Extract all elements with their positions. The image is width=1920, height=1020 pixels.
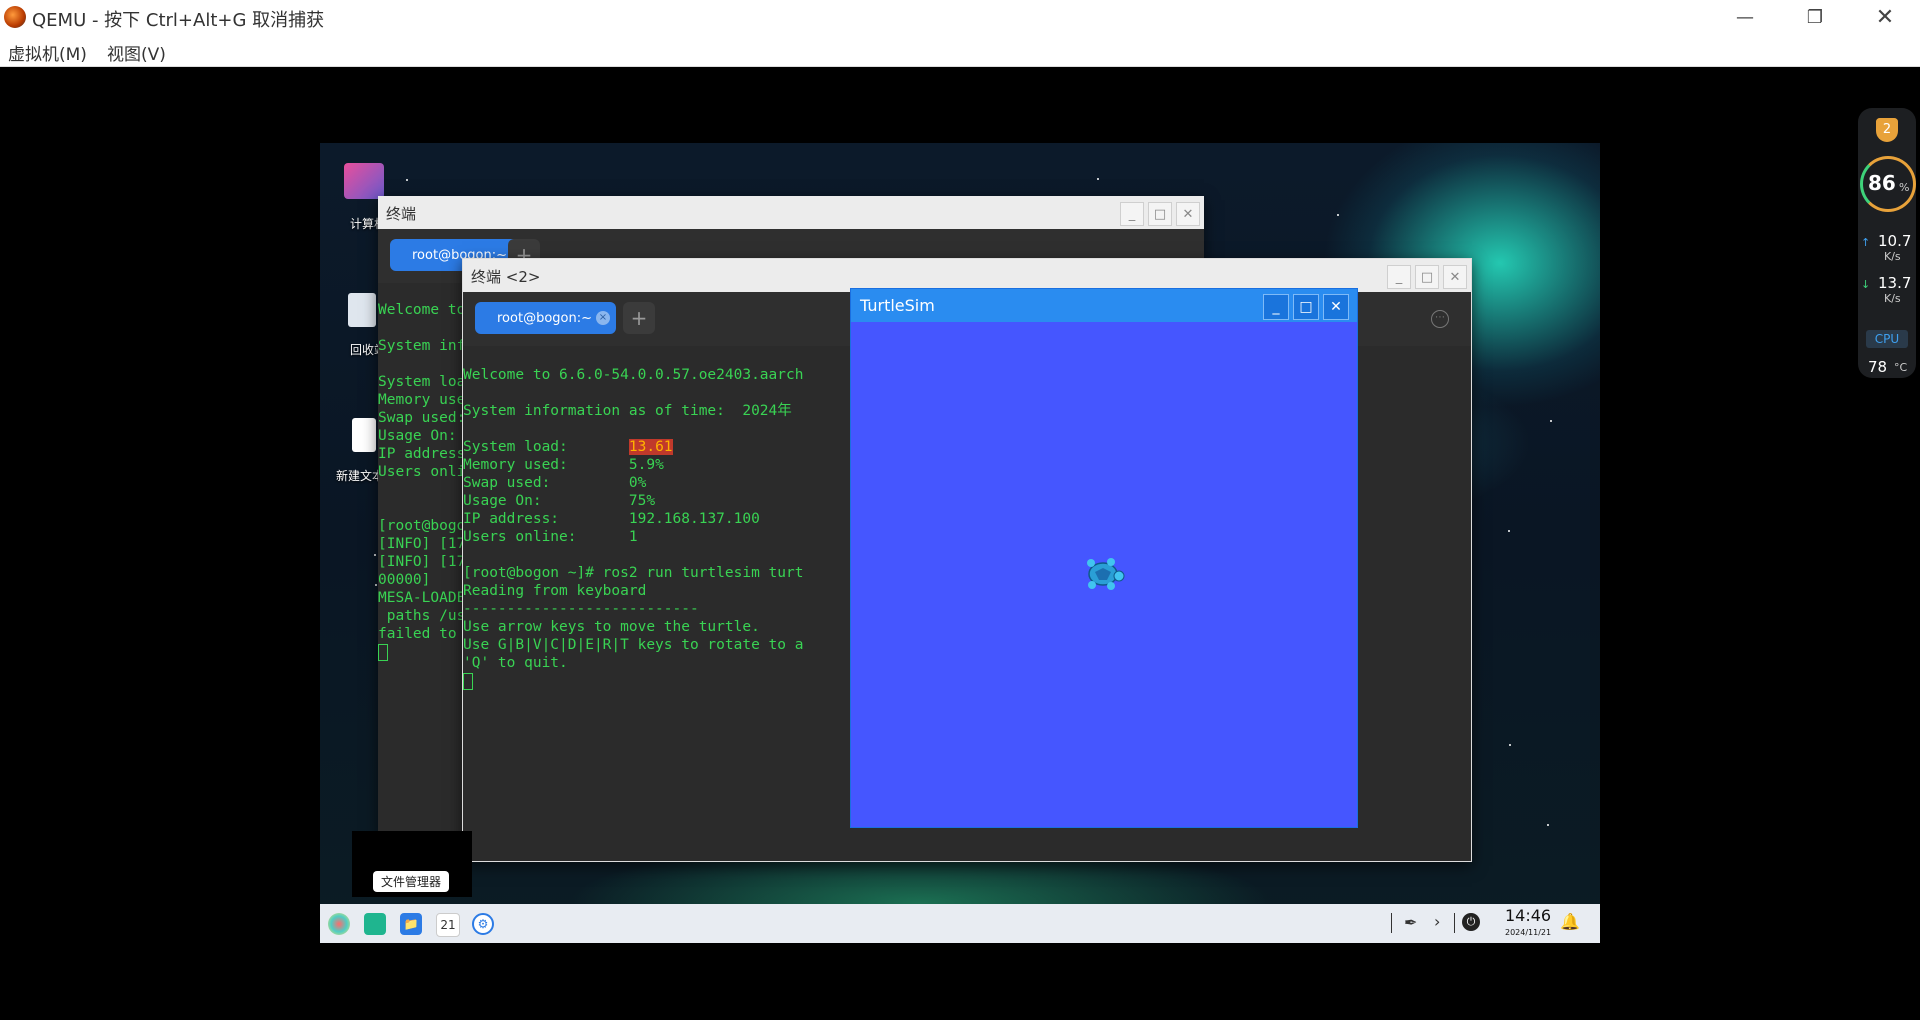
terminal-cursor xyxy=(463,672,473,690)
menu-vm[interactable]: 虚拟机(M) xyxy=(8,40,87,65)
minimize-button[interactable]: — xyxy=(1710,0,1780,34)
turtlesim-titlebar: TurtleSim _ □ ✕ xyxy=(851,289,1357,322)
taskbar: 📁 21 ⚙ ✒ › ⏻ 14:46 2024/11/21 🔔 xyxy=(320,904,1600,943)
chevron-right-icon[interactable]: › xyxy=(1434,912,1440,931)
terminal2-help2: Use G|B|V|C|D|E|R|T keys to rotate to a xyxy=(463,637,804,653)
start-menu-icon[interactable] xyxy=(328,913,350,935)
qemu-menubar: 虚拟机(M) 视图(V) xyxy=(0,34,1920,67)
file-manager-icon[interactable]: 📁 xyxy=(400,913,422,935)
upload-unit: K/s xyxy=(1884,250,1901,263)
sysinfo-value: 1 xyxy=(628,529,638,545)
terminal2-welcome: Welcome to 6.6.0-54.0.0.57.oe2403.aarch xyxy=(463,367,804,383)
guest-display[interactable]: 计算机 回收站 新建文本 终端 _ □ ✕ root@bogon:~ × + W… xyxy=(320,143,1600,943)
sysinfo-value: 13.61 xyxy=(628,439,673,455)
terminal1-maximize-button[interactable]: □ xyxy=(1148,202,1172,226)
more-options-icon[interactable]: ⋯ xyxy=(1431,310,1449,328)
sysinfo-value: 0% xyxy=(628,475,647,491)
terminal-cursor xyxy=(378,643,388,661)
terminal2-help3: 'Q' to quit. xyxy=(463,655,568,671)
turtle-icon xyxy=(1087,558,1125,590)
terminal1-line: [root@bogon xyxy=(378,518,475,534)
notification-bell-icon[interactable]: 🔔 xyxy=(1560,912,1580,931)
terminal1-line: Swap used: xyxy=(378,410,466,426)
terminal1-titlebar: 终端 _ □ ✕ xyxy=(378,196,1204,230)
terminal2-minimize-button[interactable]: _ xyxy=(1387,265,1411,289)
clock-date: 2024/11/21 xyxy=(1505,928,1552,937)
usage-percent: 86 xyxy=(1868,171,1896,195)
text-file-icon[interactable] xyxy=(352,418,376,452)
upload-value: 10.7 xyxy=(1878,232,1912,250)
qemu-app-icon xyxy=(4,6,26,28)
window-title: QEMU - 按下 Ctrl+Alt+G 取消捕获 xyxy=(32,10,325,31)
sysinfo-label: Users online: xyxy=(463,529,629,545)
terminal2-close-button[interactable]: ✕ xyxy=(1443,265,1467,289)
qemu-titlebar: QEMU - 按下 Ctrl+Alt+G 取消捕获 — ❐ ✕ xyxy=(0,0,1920,34)
hardware-monitor-widget[interactable]: 2 86 % ↑ 10.7 K/s ↓ 13.7 K/s CPU 78 °C xyxy=(1858,108,1916,378)
shield-badge-icon: 2 xyxy=(1876,118,1898,142)
sysinfo-value: 75% xyxy=(628,493,656,509)
terminal2-command: [root@bogon ~]# ros2 run turtlesim turt xyxy=(463,565,804,581)
terminal2-sysinfo-rows: System load: 13.61 Memory used: 5.9% Swa… xyxy=(463,439,760,545)
tray-divider-2 xyxy=(1454,913,1455,933)
power-icon[interactable]: ⏻ xyxy=(1462,913,1480,931)
turtlesim-maximize-button[interactable]: □ xyxy=(1293,294,1319,320)
sysinfo-label: Usage On: xyxy=(463,493,629,509)
sysinfo-label: System load: xyxy=(463,439,629,455)
terminal1-line: Usage On: xyxy=(378,428,457,444)
cpu-label: CPU xyxy=(1866,330,1908,348)
terminal2-title: 终端 <2> xyxy=(471,268,541,286)
calendar-icon[interactable]: 21 xyxy=(436,913,460,937)
turtlesim-close-button[interactable]: ✕ xyxy=(1323,294,1349,320)
shield-badge-count: 2 xyxy=(1882,122,1892,137)
terminal2-tab[interactable]: root@bogon:~ × xyxy=(475,302,616,334)
tray-divider xyxy=(1391,913,1392,933)
file-manager-tooltip: 文件管理器 xyxy=(373,871,450,892)
sysinfo-label: Memory used: xyxy=(463,457,629,473)
download-value: 13.7 xyxy=(1878,274,1912,292)
terminal1-close-button[interactable]: ✕ xyxy=(1176,202,1200,226)
tab-close-icon[interactable]: × xyxy=(596,311,610,325)
cpu-temp: 78 xyxy=(1868,358,1888,376)
terminal2-reading: Reading from keyboard xyxy=(463,583,647,599)
sysinfo-value: 192.168.137.100 xyxy=(628,511,760,527)
terminal1-title: 终端 xyxy=(386,205,417,223)
turtlesim-title: TurtleSim xyxy=(860,296,935,315)
cpu-temp-unit: °C xyxy=(1894,361,1908,374)
menu-view[interactable]: 视图(V) xyxy=(107,40,166,65)
calendar-day: 21 xyxy=(440,918,456,932)
desktop-label-newfile: 新建文本 xyxy=(336,469,385,483)
download-arrow-icon: ↓ xyxy=(1861,278,1871,291)
recycle-bin-icon[interactable] xyxy=(348,293,376,327)
terminal2-sysinfo: System information as of time: 2024年 xyxy=(463,403,792,419)
terminal2-separator: --------------------------- xyxy=(463,601,699,617)
terminal2-maximize-button[interactable]: □ xyxy=(1415,265,1439,289)
terminal1-line: 00000] xyxy=(378,572,431,588)
terminal-app-icon[interactable] xyxy=(364,913,386,935)
upload-arrow-icon: ↑ xyxy=(1861,236,1871,249)
restore-button[interactable]: ❐ xyxy=(1780,0,1850,34)
pen-icon[interactable]: ✒ xyxy=(1404,913,1417,932)
clock-time[interactable]: 14:46 xyxy=(1505,906,1551,925)
sysinfo-label: IP address: xyxy=(463,511,629,527)
terminal2-help1: Use arrow keys to move the turtle. xyxy=(463,619,760,635)
download-unit: K/s xyxy=(1884,292,1901,305)
computer-icon[interactable] xyxy=(344,163,384,199)
turtlesim-window[interactable]: TurtleSim _ □ ✕ xyxy=(850,288,1358,828)
turtlesim-minimize-button[interactable]: _ xyxy=(1263,294,1289,320)
terminal1-minimize-button[interactable]: _ xyxy=(1120,202,1144,226)
terminal2-tab-label: root@bogon:~ xyxy=(497,310,592,326)
sysinfo-value: 5.9% xyxy=(628,457,664,473)
usage-percent-unit: % xyxy=(1899,181,1910,194)
settings-gear-icon[interactable]: ⚙ xyxy=(472,913,494,935)
sysinfo-label: Swap used: xyxy=(463,475,629,491)
terminal1-line: IP address: xyxy=(378,446,475,462)
close-button[interactable]: ✕ xyxy=(1850,0,1920,34)
terminal2-add-tab-button[interactable]: + xyxy=(623,302,655,334)
